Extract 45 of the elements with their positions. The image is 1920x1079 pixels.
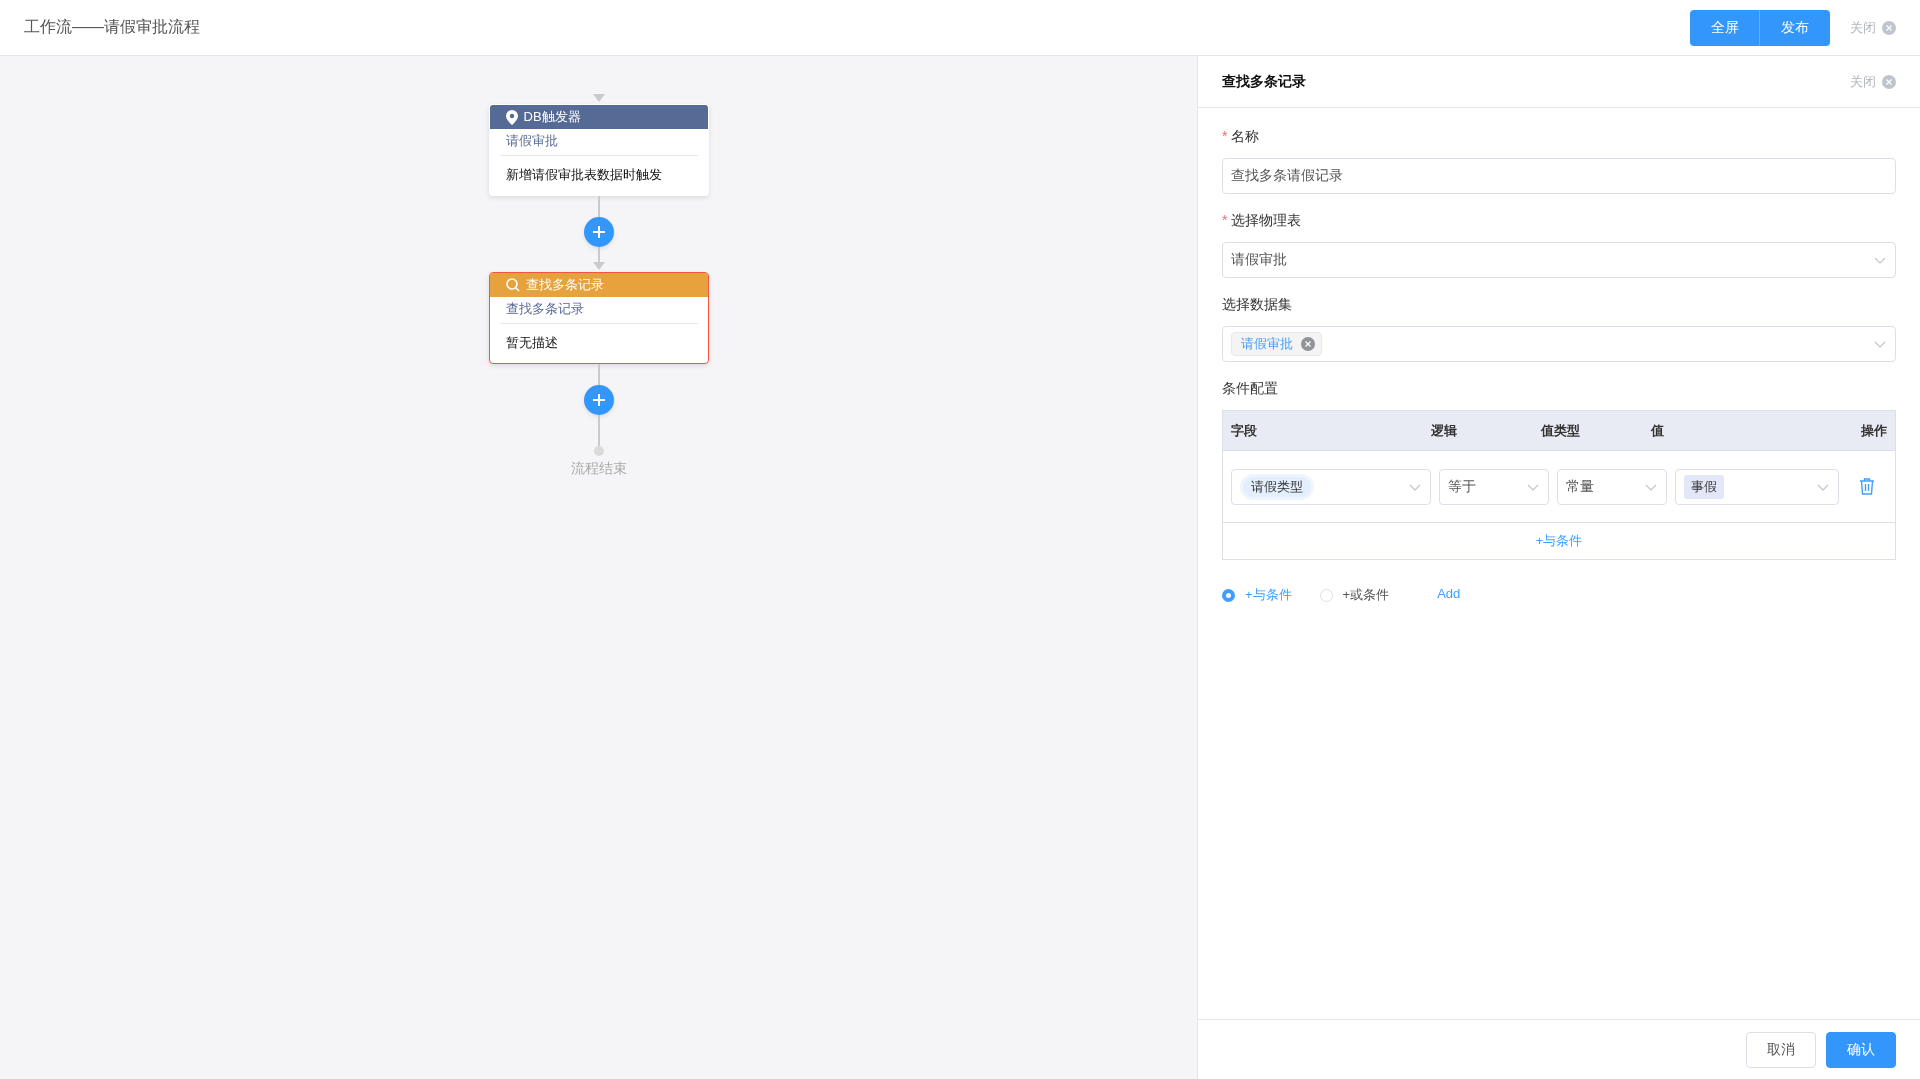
flow-node[interactable]: DB触发器 请假审批 新增请假审批表数据时触发 <box>488 104 709 196</box>
name-input[interactable]: 查找多条请假记录 <box>1222 158 1896 194</box>
close-icon <box>1882 20 1896 35</box>
add-node-button[interactable] <box>583 217 614 247</box>
value-select[interactable]: 事假 <box>1675 468 1839 505</box>
column-header: 值 <box>1651 421 1665 440</box>
end-dot <box>593 446 604 456</box>
logic-select[interactable]: 等于 <box>1439 468 1549 505</box>
column-header: 字段 <box>1231 421 1258 440</box>
field-label: 条件配置 <box>1222 380 1278 398</box>
radio-option[interactable]: +或条件 <box>1319 586 1390 604</box>
value-tag: 事假 <box>1684 474 1724 499</box>
trash-icon <box>1859 478 1875 495</box>
field-tag: 请假类型 <box>1240 473 1314 500</box>
node-description: 新增请假审批表数据时触发 <box>504 166 663 184</box>
value-type-select[interactable]: 常量 <box>1557 468 1667 505</box>
panel-title: 查找多条记录 <box>1222 72 1307 91</box>
page-title: 工作流——请假审批流程 <box>24 17 201 37</box>
field-select[interactable]: 请假类型 <box>1231 468 1431 505</box>
node-title: 查找多条记录 <box>525 276 604 294</box>
close-icon <box>1301 337 1315 351</box>
location-pin-icon <box>505 109 518 125</box>
select-field[interactable]: 请假审批 <box>1222 242 1896 278</box>
field-label: 选择数据集 <box>1222 296 1292 314</box>
footer-button[interactable]: 取消 <box>1746 1031 1816 1068</box>
column-header: 逻辑 <box>1431 421 1458 440</box>
column-header: 操作 <box>1860 421 1887 440</box>
node-subtitle: 查找多条记录 <box>499 297 698 324</box>
required-mark: * <box>1222 212 1228 230</box>
node-subtitle: 请假审批 <box>499 129 698 156</box>
selected-tag: 请假审批 <box>1231 332 1322 356</box>
arrow-head-icon <box>592 94 605 104</box>
column-header: 值类型 <box>1541 421 1581 440</box>
plus-icon <box>591 393 606 407</box>
search-icon <box>505 278 520 292</box>
close-icon <box>1882 74 1896 89</box>
end-label: 流程结束 <box>570 460 627 478</box>
node-title: DB触发器 <box>523 108 581 126</box>
field-label: 选择物理表 <box>1231 212 1302 230</box>
field-label: 名称 <box>1231 128 1260 146</box>
plus-icon <box>591 225 606 239</box>
required-mark: * <box>1222 128 1228 146</box>
node-description: 暂无描述 <box>504 334 559 352</box>
add-node-button[interactable] <box>583 385 614 415</box>
flow-node[interactable]: 查找多条记录 查找多条记录 暂无描述 <box>488 272 709 364</box>
